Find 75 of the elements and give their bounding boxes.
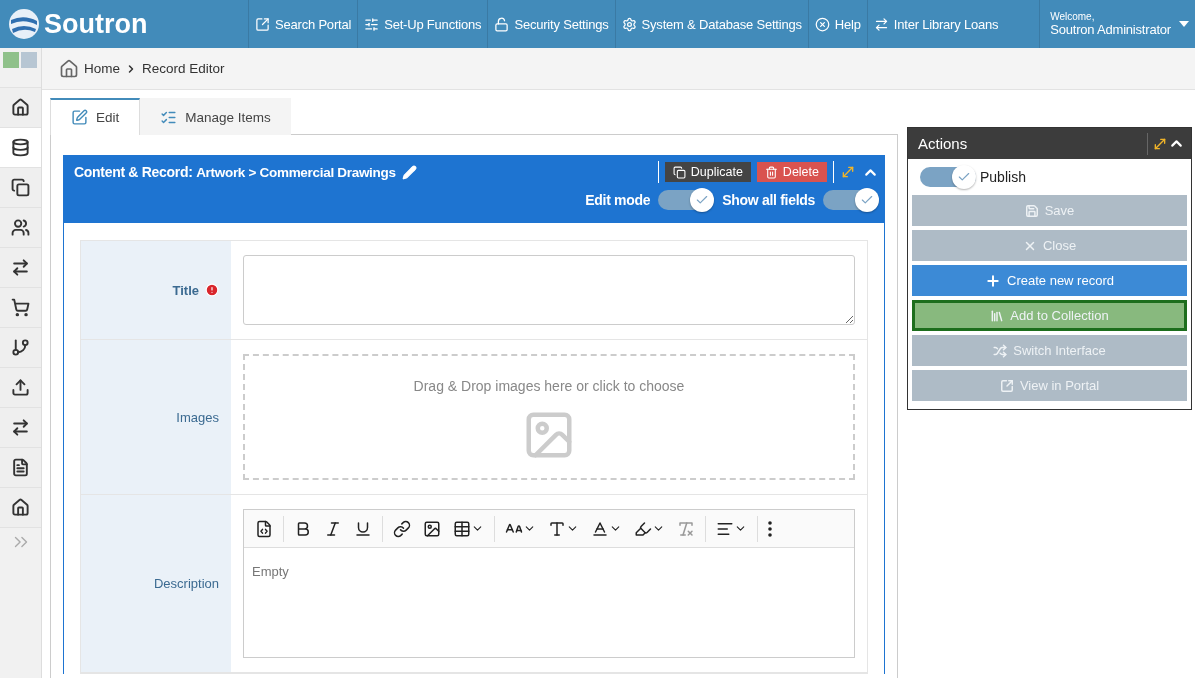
check-icon xyxy=(695,193,710,207)
welcome-text: Welcome, xyxy=(1050,11,1096,22)
users-icon xyxy=(11,218,30,237)
save-icon xyxy=(1024,203,1039,218)
paragraph-format-icon xyxy=(548,519,566,538)
external-link-icon xyxy=(255,16,270,32)
trash-icon xyxy=(764,165,778,179)
edit-icon xyxy=(71,109,88,126)
italic-icon xyxy=(324,519,342,538)
circle-x-icon xyxy=(814,16,830,32)
image-dropzone[interactable]: Drag & Drop images here or click to choose xyxy=(243,354,855,480)
underline-icon xyxy=(354,519,372,538)
upload-icon xyxy=(11,378,30,397)
copy-icon xyxy=(672,165,686,179)
link-icon xyxy=(393,519,411,538)
sidebar-item[interactable] xyxy=(0,128,41,168)
table-icon xyxy=(453,519,471,538)
check-icon xyxy=(957,170,971,184)
panel-title: Actions xyxy=(918,135,969,152)
editor-body[interactable]: Empty xyxy=(244,548,854,657)
toggle-switch[interactable] xyxy=(658,190,715,210)
html-icon xyxy=(255,519,273,538)
image-icon xyxy=(423,519,441,538)
toggle-label: Show all fields xyxy=(722,192,815,208)
layout-swatch[interactable] xyxy=(21,52,37,68)
text-color-icon xyxy=(591,519,609,538)
shuffle-icon xyxy=(993,343,1008,358)
arrows-icon xyxy=(11,258,30,277)
field-label: Description xyxy=(153,576,219,591)
record-title: Content & Record: Artwork > Commercial Drawings xyxy=(74,164,396,180)
check-icon xyxy=(860,193,874,207)
edit-icon[interactable] xyxy=(401,164,417,180)
logo-icon xyxy=(8,8,40,40)
breadcrumb-link[interactable]: Record Editor xyxy=(142,61,225,76)
action-button[interactable]: Create new record xyxy=(912,265,1187,296)
home-icon xyxy=(11,98,30,117)
database-icon xyxy=(11,138,30,157)
layout-swatch[interactable] xyxy=(3,52,19,68)
dropzone-prompt: Drag & Drop images here or click to choose xyxy=(413,378,685,394)
sliders-icon xyxy=(364,16,380,32)
branch-icon xyxy=(11,338,30,357)
toggle-switch[interactable] xyxy=(920,167,976,187)
field-label: Images xyxy=(176,409,219,425)
toggle-label: Edit mode xyxy=(585,192,651,208)
document-icon xyxy=(11,458,30,477)
highlight-icon xyxy=(634,519,652,538)
home-icon xyxy=(11,498,30,517)
plus-icon xyxy=(985,272,1001,289)
title-field[interactable] xyxy=(243,255,855,325)
logo-text: Soutron xyxy=(44,8,148,40)
user-name: Soutron Administrator xyxy=(1050,22,1171,37)
tab[interactable]: Manage Items xyxy=(140,98,291,135)
delete-button[interactable]: Delete xyxy=(756,162,827,182)
breadcrumb-link[interactable]: Home xyxy=(84,61,120,76)
copy-icon xyxy=(11,178,30,197)
external-link-icon xyxy=(999,378,1014,393)
checklist-icon xyxy=(160,109,178,126)
resize-icon[interactable] xyxy=(840,164,856,180)
action-button[interactable]: Add to Collection xyxy=(912,300,1187,331)
caret-icon xyxy=(1179,21,1189,27)
gear-icon xyxy=(621,16,637,32)
home-icon xyxy=(59,58,79,79)
duplicate-button[interactable]: Duplicate xyxy=(664,162,751,182)
tab[interactable]: Edit xyxy=(50,98,141,135)
cart-icon xyxy=(11,298,30,317)
lock-icon xyxy=(494,16,510,32)
toggle-label: Publish xyxy=(980,169,1026,185)
arrows-icon xyxy=(873,16,889,32)
arrows-icon xyxy=(11,418,30,437)
more-icon xyxy=(768,520,772,537)
editor-placeholder: Empty xyxy=(252,564,289,579)
books-icon xyxy=(990,308,1005,323)
toggle-switch[interactable] xyxy=(823,190,879,210)
clear-format-icon xyxy=(677,519,695,538)
field-label: Title xyxy=(172,282,199,298)
